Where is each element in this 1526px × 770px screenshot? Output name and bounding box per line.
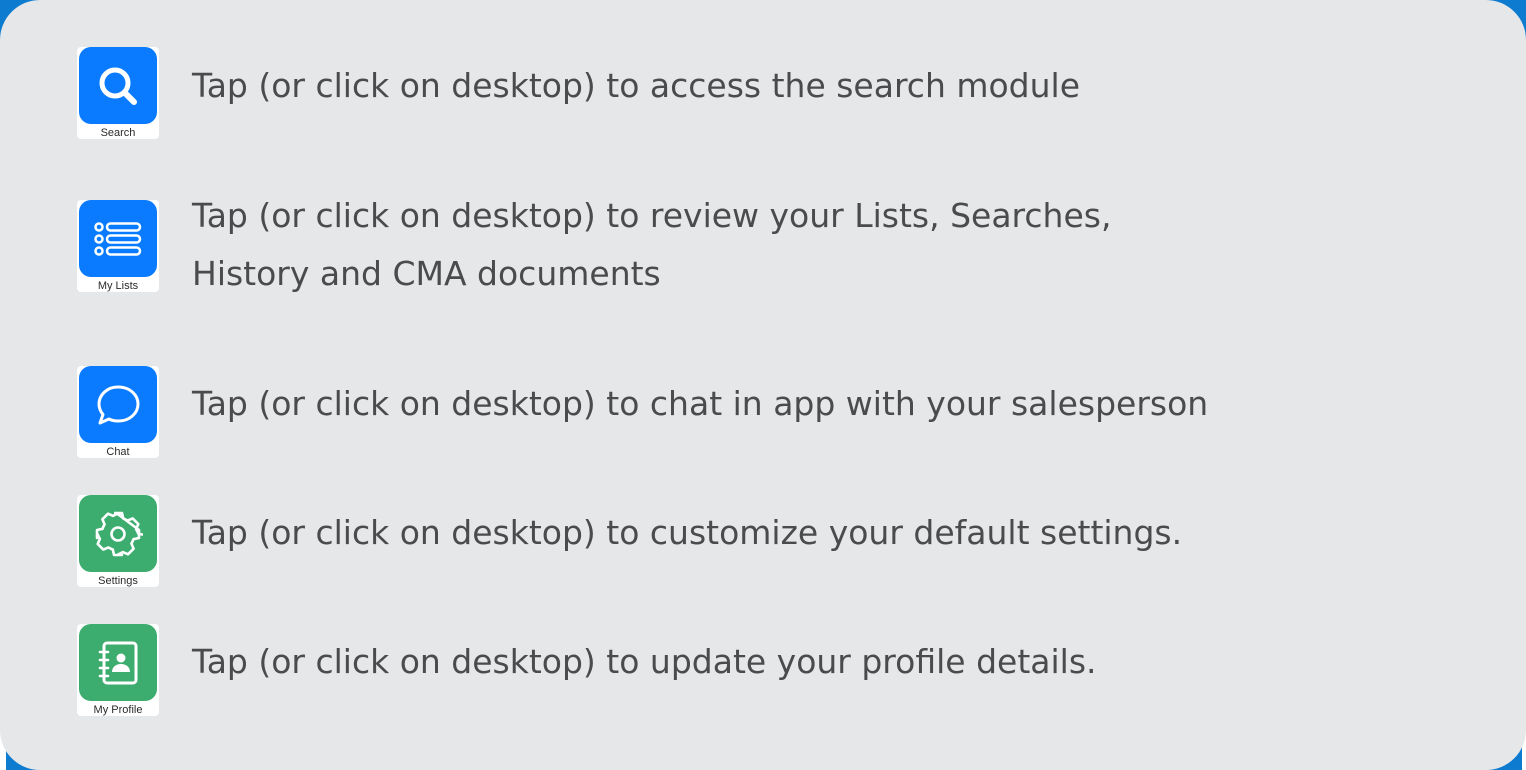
gear-icon-tile <box>79 495 157 572</box>
list-icon <box>94 221 142 256</box>
search-icon-tile <box>79 47 157 124</box>
search-icon <box>99 67 137 105</box>
help-row-settings: Settings Tap (or click on desktop) to cu… <box>77 495 1182 587</box>
chat-tab-button[interactable]: Chat <box>77 366 159 458</box>
help-row-my-lists: My Lists Tap (or click on desktop) to re… <box>77 196 1111 302</box>
help-row-chat: Chat Tap (or click on desktop) to chat i… <box>77 366 1208 458</box>
help-panel: Search Tap (or click on desktop) to acce… <box>0 0 1526 770</box>
stage: Search Tap (or click on desktop) to acce… <box>0 0 1526 770</box>
my-lists-description: Tap (or click on desktop) to review your… <box>192 188 1111 302</box>
my-profile-description: Tap (or click on desktop) to update your… <box>192 642 1097 681</box>
settings-tab-button[interactable]: Settings <box>77 495 159 587</box>
search-tab-button[interactable]: Search <box>77 47 159 139</box>
my-profile-tab-button[interactable]: My Profile <box>77 624 159 716</box>
help-row-my-profile: My Profile Tap (or click on desktop) to … <box>77 624 1097 716</box>
my-lists-description-line1: Tap (or click on desktop) to review your… <box>192 196 1112 235</box>
my-lists-tab-label: My Lists <box>97 280 139 292</box>
my-profile-tab-label: My Profile <box>93 704 143 716</box>
chat-tab-label: Chat <box>106 446 130 458</box>
chat-description: Tap (or click on desktop) to chat in app… <box>192 384 1209 423</box>
search-description: Tap (or click on desktop) to access the … <box>192 66 1081 105</box>
list-icon-tile <box>79 200 157 277</box>
search-tab-label: Search <box>100 127 136 139</box>
my-lists-description-line2: History and CMA documents <box>192 254 661 293</box>
gear-icon <box>95 511 143 556</box>
contact-book-icon <box>98 641 138 684</box>
my-lists-tab-button[interactable]: My Lists <box>77 200 159 292</box>
settings-description: Tap (or click on desktop) to customize y… <box>192 513 1183 552</box>
contact-book-icon-tile <box>79 624 157 701</box>
chat-bubble-icon <box>97 385 140 424</box>
help-row-search: Search Tap (or click on desktop) to acce… <box>77 47 1080 139</box>
settings-tab-label: Settings <box>98 575 138 587</box>
chat-icon-tile <box>79 366 157 443</box>
